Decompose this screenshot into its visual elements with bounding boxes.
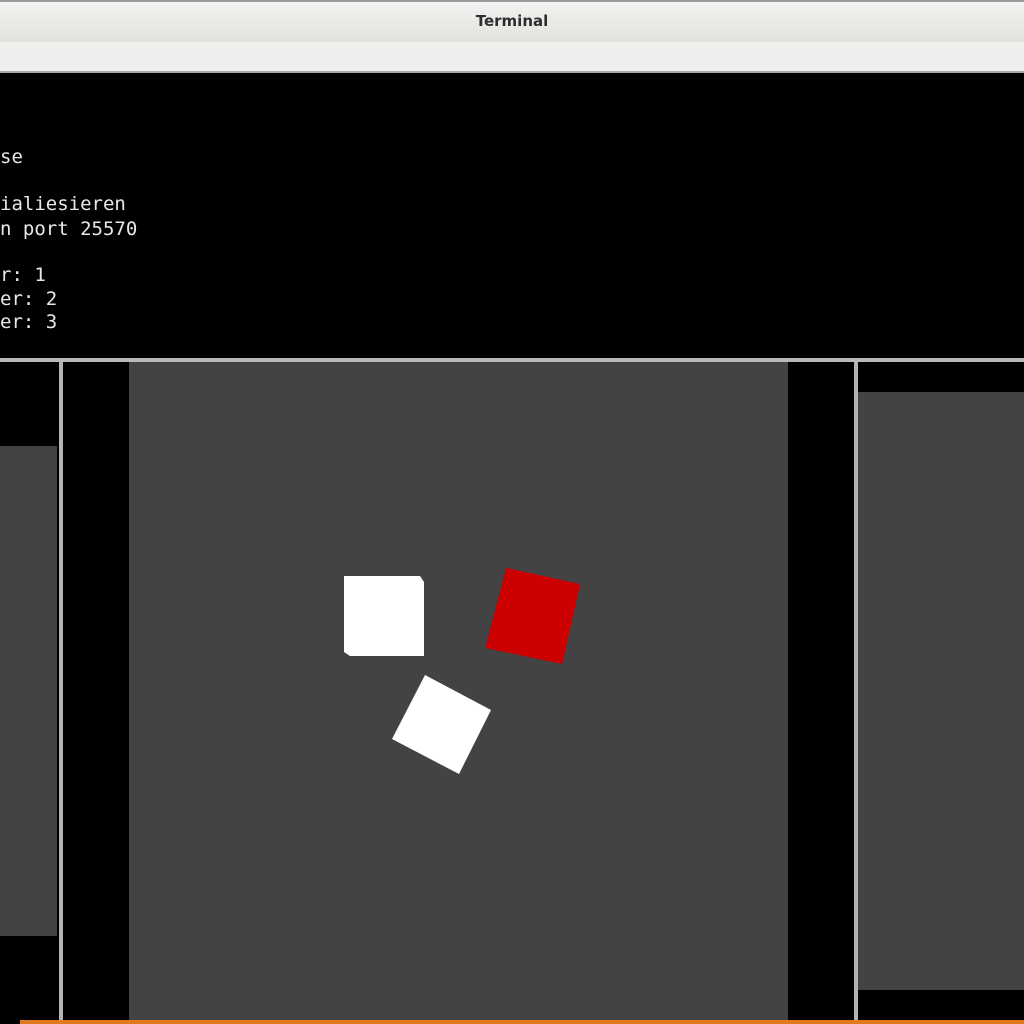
terminal-line: n port 25570	[0, 218, 138, 240]
terminal-line: r: 1	[0, 264, 46, 286]
game-scene	[344, 568, 580, 774]
window-border-left	[59, 362, 63, 1024]
terminal-line: se	[0, 146, 23, 168]
game-client-window-right[interactable]	[858, 362, 1024, 1024]
terminal-output[interactable]: se ialiesieren n port 25570 r: 1 er: 2 e…	[0, 73, 1024, 358]
screen: Terminal se ialiesieren n port 25570 r: …	[0, 0, 1024, 1024]
terminal-line: ialiesieren	[0, 193, 126, 215]
window-titlebar[interactable]: Terminal	[0, 0, 1024, 42]
game-client-window-center[interactable]	[64, 362, 854, 1024]
white-cube	[392, 675, 491, 774]
game-client-window-left[interactable]	[0, 362, 57, 1024]
taskbar-edge	[20, 1020, 1024, 1024]
white-cube	[344, 576, 424, 656]
terminal-line: er: 2	[0, 288, 58, 310]
game-viewport-left[interactable]	[0, 446, 57, 936]
red-cube	[485, 568, 580, 664]
terminal-line: er: 3	[0, 311, 58, 333]
game-viewport-right[interactable]	[858, 392, 1024, 990]
window-menubar	[0, 42, 1024, 73]
window-title: Terminal	[475, 12, 549, 30]
